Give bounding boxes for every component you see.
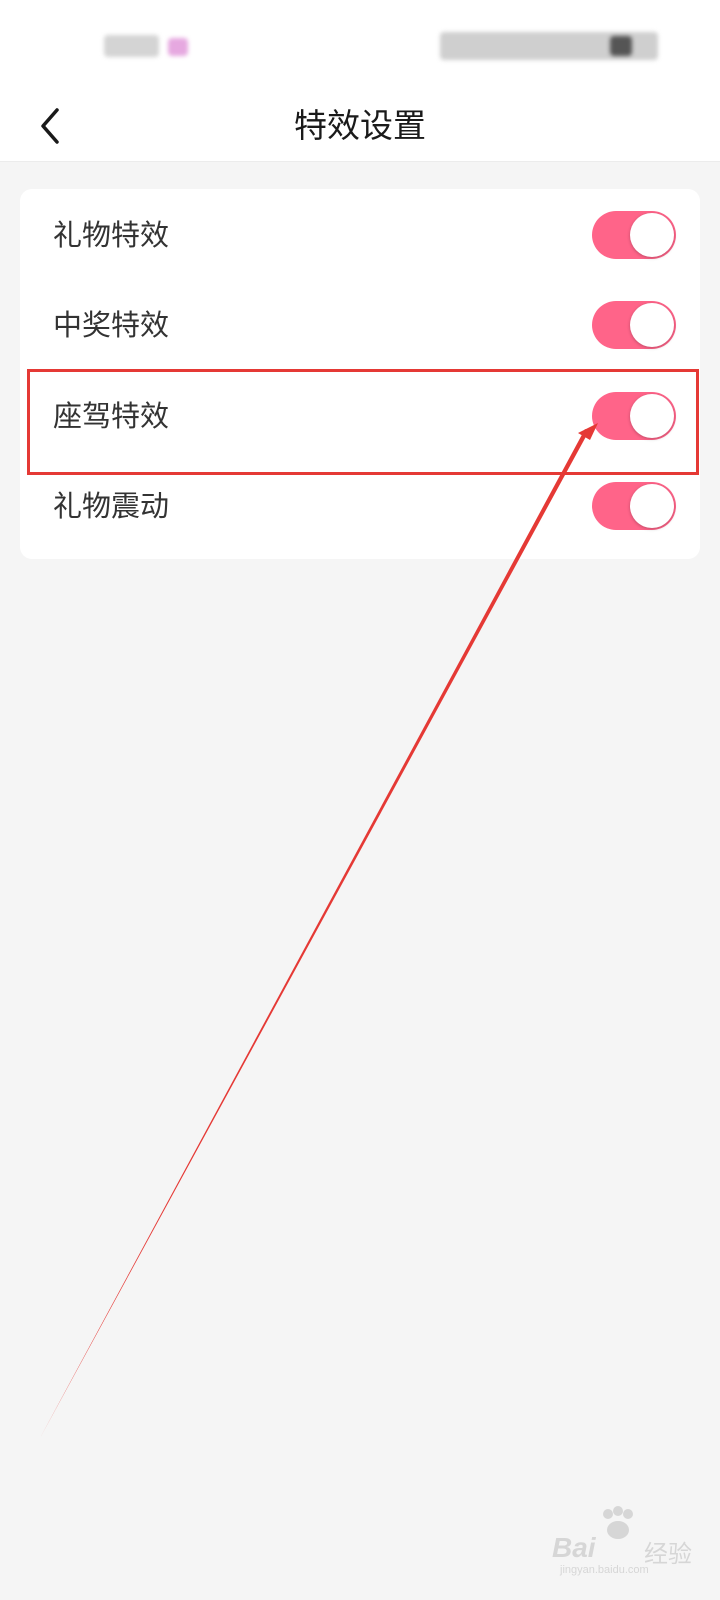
- status-bar: [0, 0, 720, 90]
- effect-settings-page: 特效设置 礼物特效 中奖特效 座驾特效 礼物震动 Bai 经验 jingyan.…: [0, 0, 720, 1600]
- prize-effect-toggle[interactable]: [592, 301, 676, 349]
- toggle-knob: [630, 303, 674, 347]
- battery-icon: [610, 36, 632, 56]
- setting-label: 中奖特效: [53, 308, 170, 342]
- status-indicator-blurred: [168, 38, 188, 56]
- settings-card: 礼物特效 中奖特效 座驾特效 礼物震动: [20, 189, 700, 559]
- setting-row-mount-effect: 座驾特效: [20, 370, 700, 462]
- setting-row-gift-vibration: 礼物震动: [20, 460, 700, 552]
- arrow-shaft: [40, 429, 589, 1438]
- setting-row-prize-effect: 中奖特效: [20, 279, 700, 371]
- setting-row-gift-effect: 礼物特效: [20, 189, 700, 281]
- watermark-logo: Bai 经验 jingyan.baidu.com: [552, 1506, 702, 1576]
- toggle-knob: [630, 484, 674, 528]
- setting-label: 礼物特效: [53, 218, 170, 252]
- watermark-brand: Bai: [552, 1532, 596, 1563]
- back-button[interactable]: [24, 100, 76, 152]
- paw-icon: [603, 1506, 633, 1539]
- mount-effect-toggle[interactable]: [592, 392, 676, 440]
- setting-label: 礼物震动: [53, 489, 170, 523]
- watermark-domain: jingyan.baidu.com: [560, 1564, 649, 1576]
- status-time-blurred: [104, 35, 159, 57]
- chevron-left-icon: [41, 108, 59, 144]
- toggle-knob: [630, 394, 674, 438]
- watermark-brand-cn: 经验: [644, 1541, 692, 1568]
- toggle-knob: [630, 213, 674, 257]
- gift-vibration-toggle[interactable]: [592, 482, 676, 530]
- top-navigation-bar: 特效设置: [0, 90, 720, 162]
- page-title: 特效设置: [294, 106, 426, 145]
- setting-label: 座驾特效: [53, 399, 170, 433]
- gift-effect-toggle[interactable]: [592, 211, 676, 259]
